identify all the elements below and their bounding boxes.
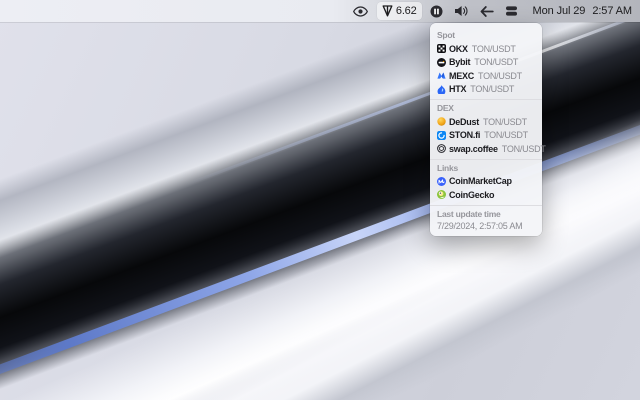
menu-bar: 6.62 — [0, 0, 640, 22]
menu-item-swapcoffee[interactable]: swap.coffee TON/USDT — [437, 142, 535, 156]
clock-time: 2:57 AM — [592, 5, 632, 17]
menu-item-okx[interactable]: OKX TON/USDT — [437, 42, 535, 56]
menubar-clock[interactable]: Mon Jul 29 2:57 AM — [533, 5, 632, 17]
pair-label: TON/USDT — [478, 71, 522, 81]
desktop: 6.62 — [0, 0, 640, 400]
htx-logo-icon — [437, 85, 446, 94]
stonfi-logo-icon — [437, 131, 446, 140]
section-dex: DEX DeDust TON/USDT STON.fi — [430, 103, 542, 156]
pair-label: TON/USDT — [502, 144, 546, 154]
pair-label: TON/USDT — [474, 57, 518, 67]
clock-date: Mon Jul 29 — [533, 5, 586, 17]
separator — [430, 159, 542, 160]
exchange-name: MEXC — [449, 71, 474, 81]
exchange-name: DeDust — [449, 117, 479, 127]
menubar-pause-item[interactable] — [428, 2, 445, 20]
link-name: CoinMarketCap — [449, 176, 512, 186]
back-arrow-icon — [480, 6, 494, 17]
menu-item-mexc[interactable]: MEXC TON/USDT — [437, 69, 535, 83]
okx-logo-icon — [437, 44, 446, 53]
pair-label: TON/USDT — [470, 84, 514, 94]
last-update-title: Last update time — [437, 209, 535, 219]
menu-item-bybit[interactable]: Bybit TON/USDT — [437, 56, 535, 70]
ton-widget-dropdown: Spot OKX TON/USDT Bybit — [430, 23, 542, 236]
section-title: DEX — [437, 103, 535, 113]
dedust-logo-icon — [437, 117, 446, 126]
exchange-name: Bybit — [449, 57, 470, 67]
section-last-update: Last update time 7/29/2024, 2:57:05 AM — [430, 209, 542, 231]
menu-item-dedust[interactable]: DeDust TON/USDT — [437, 115, 535, 129]
menu-item-stonfi[interactable]: STON.fi TON/USDT — [437, 129, 535, 143]
exchange-name: HTX — [449, 84, 466, 94]
ton-price-widget[interactable]: 6.62 — [377, 2, 422, 20]
exchange-name: STON.fi — [449, 130, 480, 140]
volume-icon — [454, 5, 469, 17]
stacked-toggles-icon — [505, 5, 518, 17]
pair-label: TON/USDT — [484, 130, 528, 140]
menubar-eye-item[interactable] — [351, 2, 370, 20]
menubar-back-arrow-item[interactable] — [478, 2, 496, 20]
exchange-name: OKX — [449, 44, 468, 54]
ton-price-value: 6.62 — [396, 5, 417, 17]
menu-item-htx[interactable]: HTX TON/USDT — [437, 83, 535, 97]
menubar-volume-item[interactable] — [452, 2, 471, 20]
separator — [430, 99, 542, 100]
swapcoffee-logo-icon — [437, 144, 446, 153]
exchange-name: swap.coffee — [449, 144, 498, 154]
section-title: Spot — [437, 30, 535, 40]
eye-icon — [353, 6, 368, 17]
section-links: Links CoinMarketCap CoinGecko — [430, 163, 542, 202]
ton-shield-icon — [382, 5, 393, 17]
pair-label: TON/USDT — [483, 117, 527, 127]
coingecko-logo-icon — [437, 190, 446, 199]
mexc-logo-icon — [437, 71, 446, 80]
menu-item-coinmarketcap[interactable]: CoinMarketCap — [437, 175, 535, 189]
coinmarketcap-logo-icon — [437, 177, 446, 186]
bybit-logo-icon — [437, 58, 446, 67]
section-spot: Spot OKX TON/USDT Bybit — [430, 30, 542, 96]
pair-label: TON/USDT — [472, 44, 516, 54]
separator — [430, 205, 542, 206]
menu-item-coingecko[interactable]: CoinGecko — [437, 188, 535, 202]
pause-circle-icon — [430, 5, 443, 18]
last-update-timestamp: 7/29/2024, 2:57:05 AM — [437, 221, 535, 231]
link-name: CoinGecko — [449, 190, 494, 200]
menubar-toggles-item[interactable] — [503, 2, 520, 20]
section-title: Links — [437, 163, 535, 173]
